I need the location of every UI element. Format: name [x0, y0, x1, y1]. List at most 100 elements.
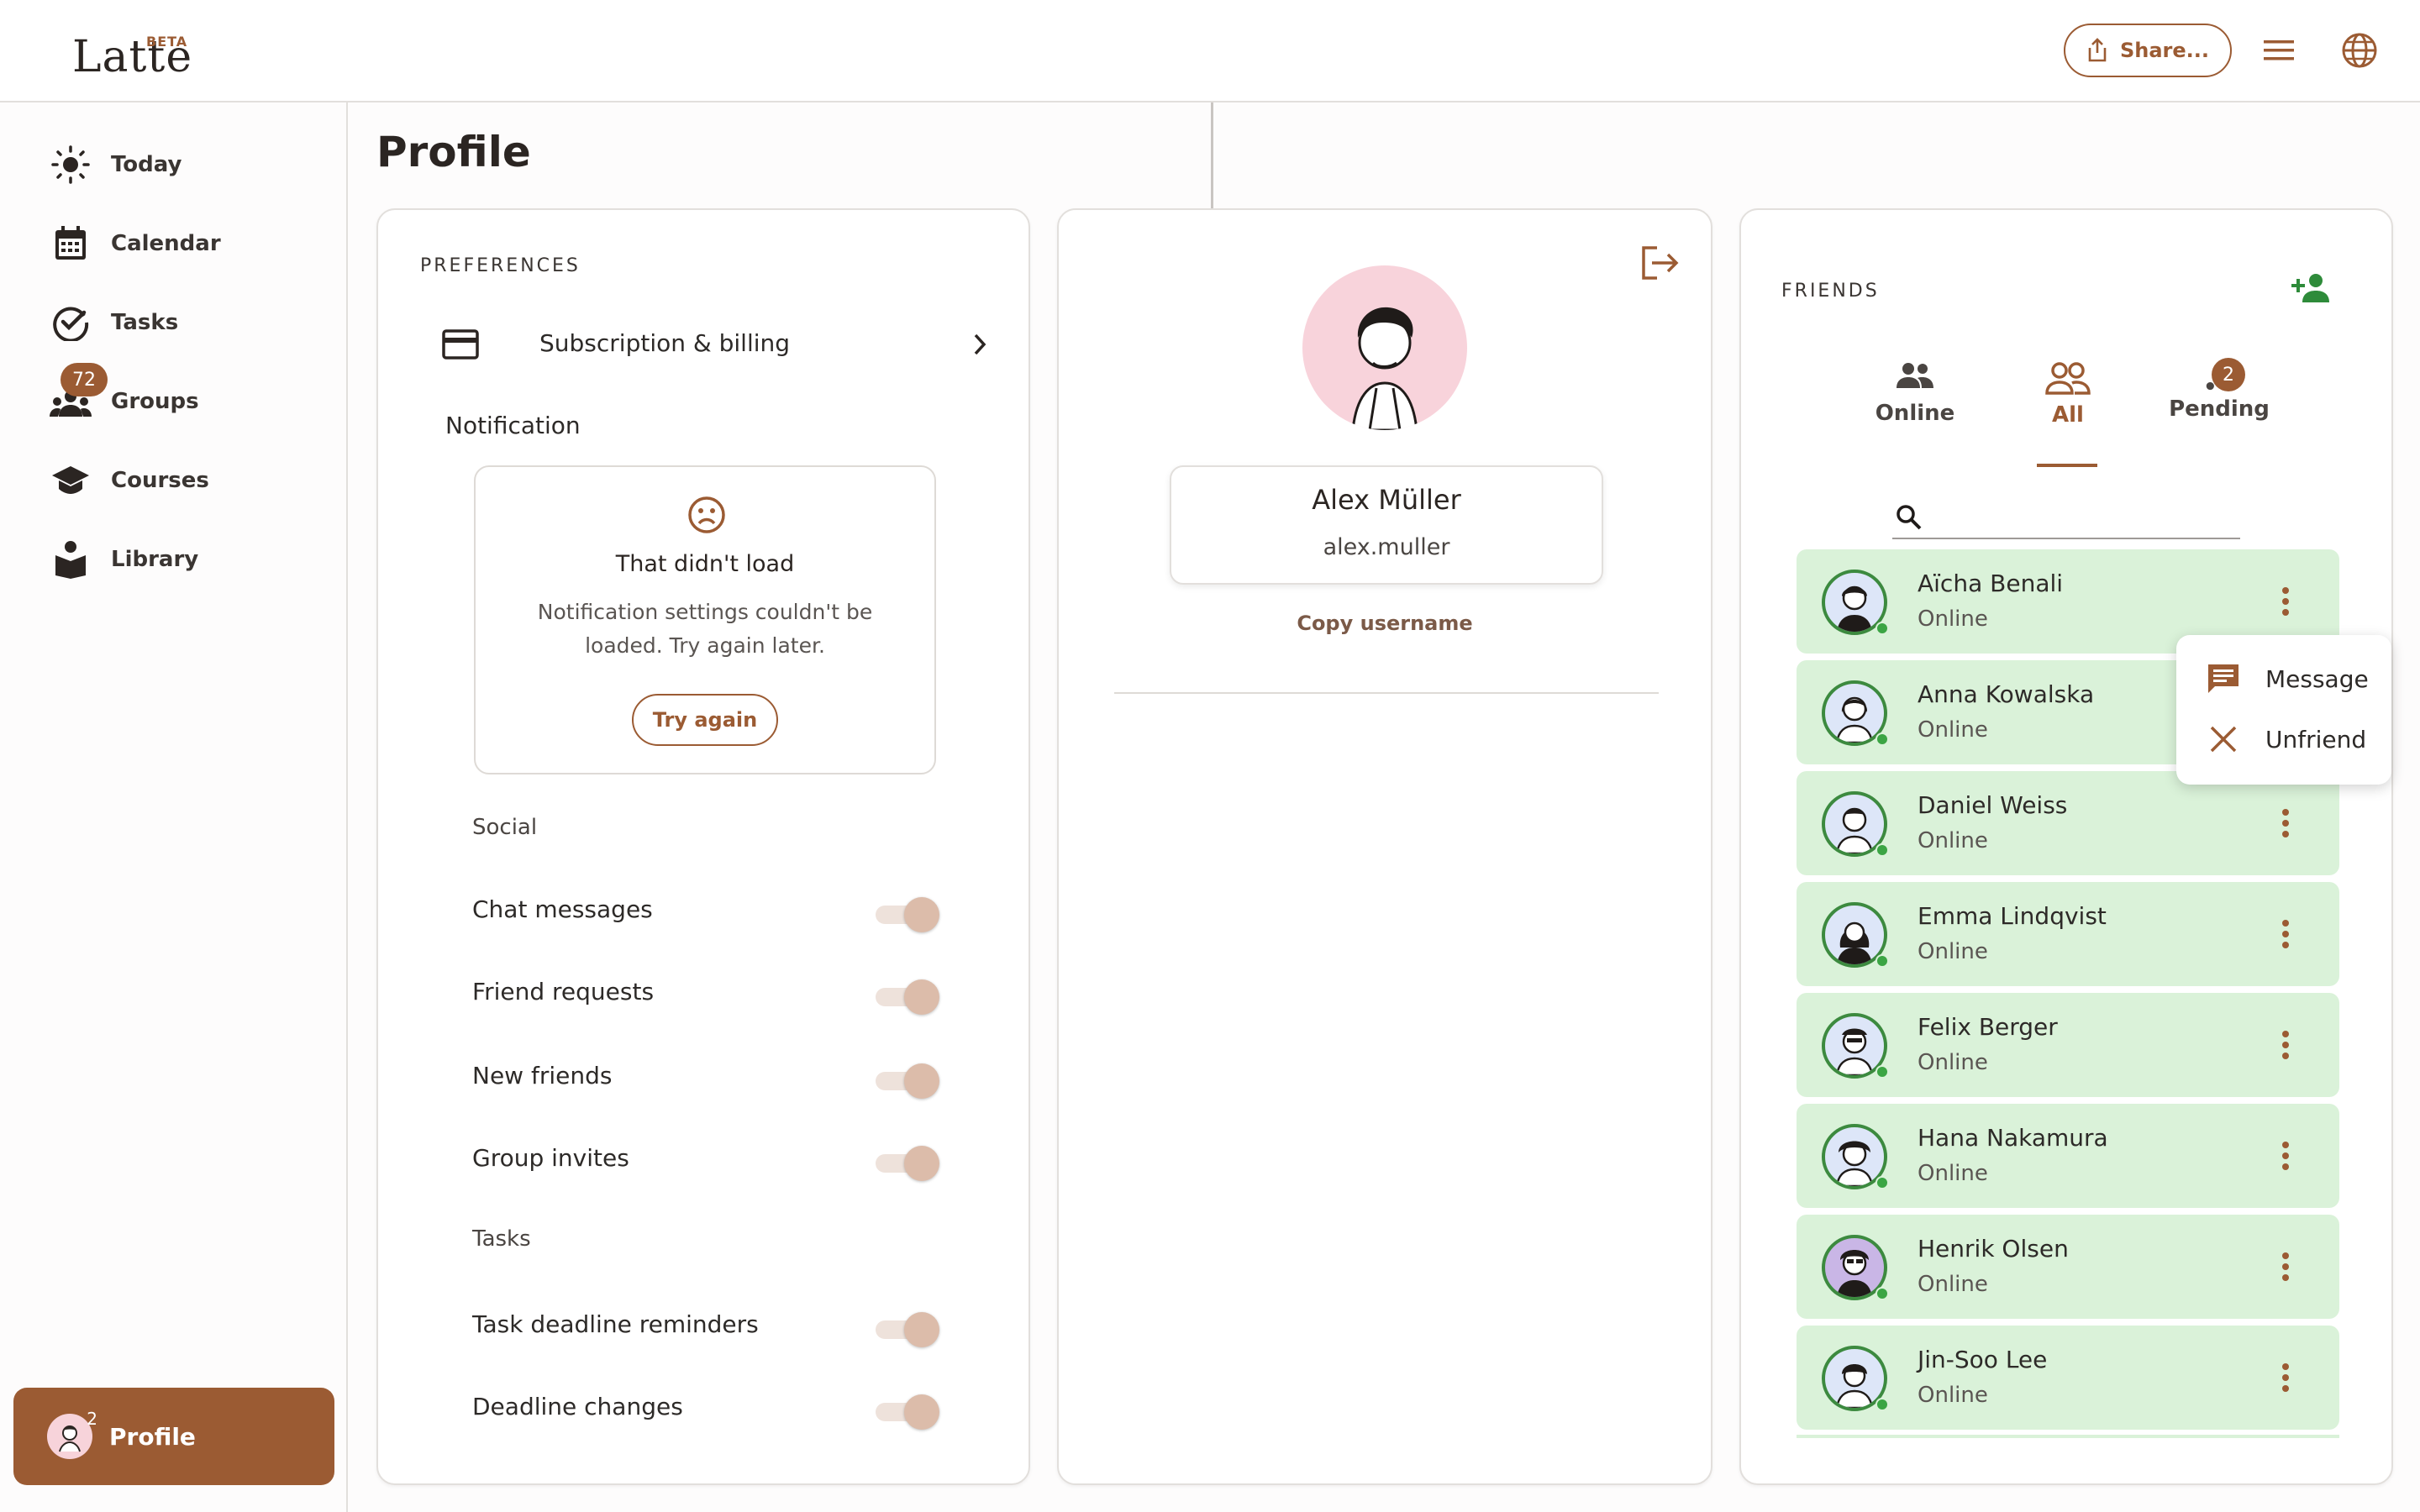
- sidebar-item-label: Tasks: [111, 310, 179, 335]
- groups-badge: 72: [60, 363, 108, 396]
- friend-status: Online: [1918, 1050, 1988, 1075]
- notification-error-box: That didn't load Notification settings c…: [474, 465, 936, 774]
- page-title: Profile: [376, 128, 531, 176]
- friend-row[interactable]: Felix Berger Online: [1797, 993, 2339, 1097]
- beta-label: BETA: [146, 34, 188, 50]
- sidebar-item-groups[interactable]: 72 Groups: [49, 363, 199, 427]
- credit-card-icon: [442, 329, 479, 360]
- friend-name: Jin-Soo Lee: [1918, 1346, 2048, 1373]
- sad-face-icon: [688, 496, 725, 533]
- online-indicator: [1876, 732, 1889, 746]
- book-reader-icon: [49, 538, 92, 581]
- toggle-label-deadline-changes: Deadline changes: [472, 1393, 683, 1420]
- sidebar-item-library[interactable]: Library: [49, 534, 198, 585]
- friend-row[interactable]: Henrik Olsen Online: [1797, 1215, 2339, 1319]
- friend-search-input[interactable]: [1892, 491, 2240, 539]
- tasks-label: Tasks: [472, 1226, 531, 1252]
- friend-requests-toggle[interactable]: [876, 978, 939, 1015]
- profile-name: Alex Müller: [1312, 484, 1461, 516]
- friend-row[interactable]: Jin-Soo Lee Online: [1797, 1326, 2339, 1430]
- online-indicator: [1876, 1398, 1889, 1411]
- preferences-card: PREFERENCES Subscription & billing Notif…: [376, 208, 1030, 1485]
- group-invites-toggle[interactable]: [876, 1144, 939, 1181]
- friend-name: Daniel Weiss: [1918, 791, 2068, 819]
- pending-badge: 2: [2212, 358, 2245, 391]
- toggle-label-new-friends: New friends: [472, 1062, 613, 1089]
- sidebar-item-label: Courses: [111, 468, 209, 493]
- menu-item-unfriend[interactable]: Unfriend: [2207, 714, 2366, 764]
- search-icon: [1897, 505, 1922, 530]
- profile-name-box: Alex Müller alex.muller: [1170, 465, 1603, 585]
- sidebar-item-courses[interactable]: Courses: [49, 455, 209, 506]
- friend-name: Hana Nakamura: [1918, 1124, 2108, 1152]
- calendar-icon: [49, 222, 92, 265]
- error-message-line2: loaded. Try again later.: [585, 633, 825, 658]
- tab-all[interactable]: All: [2005, 361, 2131, 428]
- online-indicator: [1876, 622, 1889, 635]
- copy-username-link[interactable]: Copy username: [1059, 612, 1711, 635]
- more-vertical-icon[interactable]: [2267, 916, 2304, 953]
- menu-icon[interactable]: [2259, 30, 2299, 71]
- check-circle-icon: [49, 301, 92, 344]
- friend-status: Online: [1918, 717, 1988, 743]
- sidebar-item-today[interactable]: Today: [49, 139, 182, 190]
- list-edge: [1797, 1435, 2339, 1438]
- tab-online[interactable]: Online: [1852, 361, 1978, 426]
- error-title: That didn't load: [615, 551, 795, 577]
- menu-item-message[interactable]: Message: [2207, 654, 2369, 704]
- friend-row[interactable]: Hana Nakamura Online: [1797, 1104, 2339, 1208]
- friend-status: Online: [1918, 1161, 1988, 1186]
- more-vertical-icon[interactable]: [2267, 805, 2304, 842]
- profile-badge: 2: [87, 1409, 97, 1429]
- people-icon: [1897, 363, 1933, 388]
- logout-icon[interactable]: [1640, 245, 1679, 281]
- sidebar-item-tasks[interactable]: Tasks: [49, 297, 178, 348]
- task-deadline-reminders-toggle[interactable]: [876, 1310, 939, 1347]
- friend-name: Felix Berger: [1918, 1013, 2058, 1041]
- online-indicator: [1876, 843, 1889, 857]
- online-indicator: [1876, 1176, 1889, 1189]
- sidebar-item-calendar[interactable]: Calendar: [49, 218, 221, 269]
- friend-status: Online: [1918, 606, 1988, 632]
- tab-pending[interactable]: •• 2 Pending: [2156, 358, 2282, 422]
- online-indicator: [1876, 954, 1889, 968]
- sidebar-profile-button[interactable]: 2 Profile: [13, 1388, 334, 1485]
- more-vertical-icon[interactable]: [2267, 1359, 2304, 1396]
- friends-card: FRIENDS Online All •• 2 Pending Aïcha Be…: [1739, 208, 2393, 1485]
- friend-name: Anna Kowalska: [1918, 680, 2095, 708]
- friend-name: Henrik Olsen: [1918, 1235, 2069, 1263]
- friends-title: FRIENDS: [1781, 281, 1880, 302]
- profile-username: alex.muller: [1323, 534, 1450, 560]
- groups-icon: 72: [49, 363, 108, 423]
- toggle-label-task-deadline-reminders: Task deadline reminders: [472, 1310, 759, 1338]
- profile-avatar: [1302, 265, 1467, 430]
- new-friends-toggle[interactable]: [876, 1062, 939, 1099]
- subscription-label: Subscription & billing: [539, 329, 791, 357]
- sidebar-item-label: Groups: [111, 389, 199, 414]
- divider: [1114, 692, 1659, 694]
- more-vertical-icon[interactable]: [2267, 583, 2304, 620]
- add-friend-icon[interactable]: [2291, 272, 2333, 304]
- notification-label: Notification: [445, 412, 581, 439]
- friend-status: Online: [1918, 939, 1988, 964]
- chevron-right-icon: [974, 333, 986, 355]
- share-button[interactable]: Share...: [2064, 24, 2232, 77]
- more-vertical-icon[interactable]: [2267, 1137, 2304, 1174]
- more-vertical-icon[interactable]: [2267, 1026, 2304, 1063]
- friend-row[interactable]: Emma Lindqvist Online: [1797, 882, 2339, 986]
- deadline-changes-toggle[interactable]: [876, 1393, 939, 1430]
- active-tab-indicator: [2037, 464, 2097, 467]
- friend-name: Aïcha Benali: [1918, 570, 2064, 597]
- sun-icon: [49, 143, 92, 186]
- tab-label: Pending: [2169, 396, 2270, 422]
- try-again-button[interactable]: Try again: [632, 694, 778, 746]
- share-icon: [2088, 38, 2107, 62]
- friend-row[interactable]: Daniel Weiss Online: [1797, 771, 2339, 875]
- friend-name: Emma Lindqvist: [1918, 902, 2107, 930]
- subscription-billing-row[interactable]: Subscription & billing: [442, 316, 997, 375]
- friend-status: Online: [1918, 1272, 1988, 1297]
- more-vertical-icon[interactable]: [2267, 1248, 2304, 1285]
- chat-messages-toggle[interactable]: [876, 895, 939, 932]
- globe-icon[interactable]: [2339, 30, 2380, 71]
- sidebar-item-label: Library: [111, 547, 199, 572]
